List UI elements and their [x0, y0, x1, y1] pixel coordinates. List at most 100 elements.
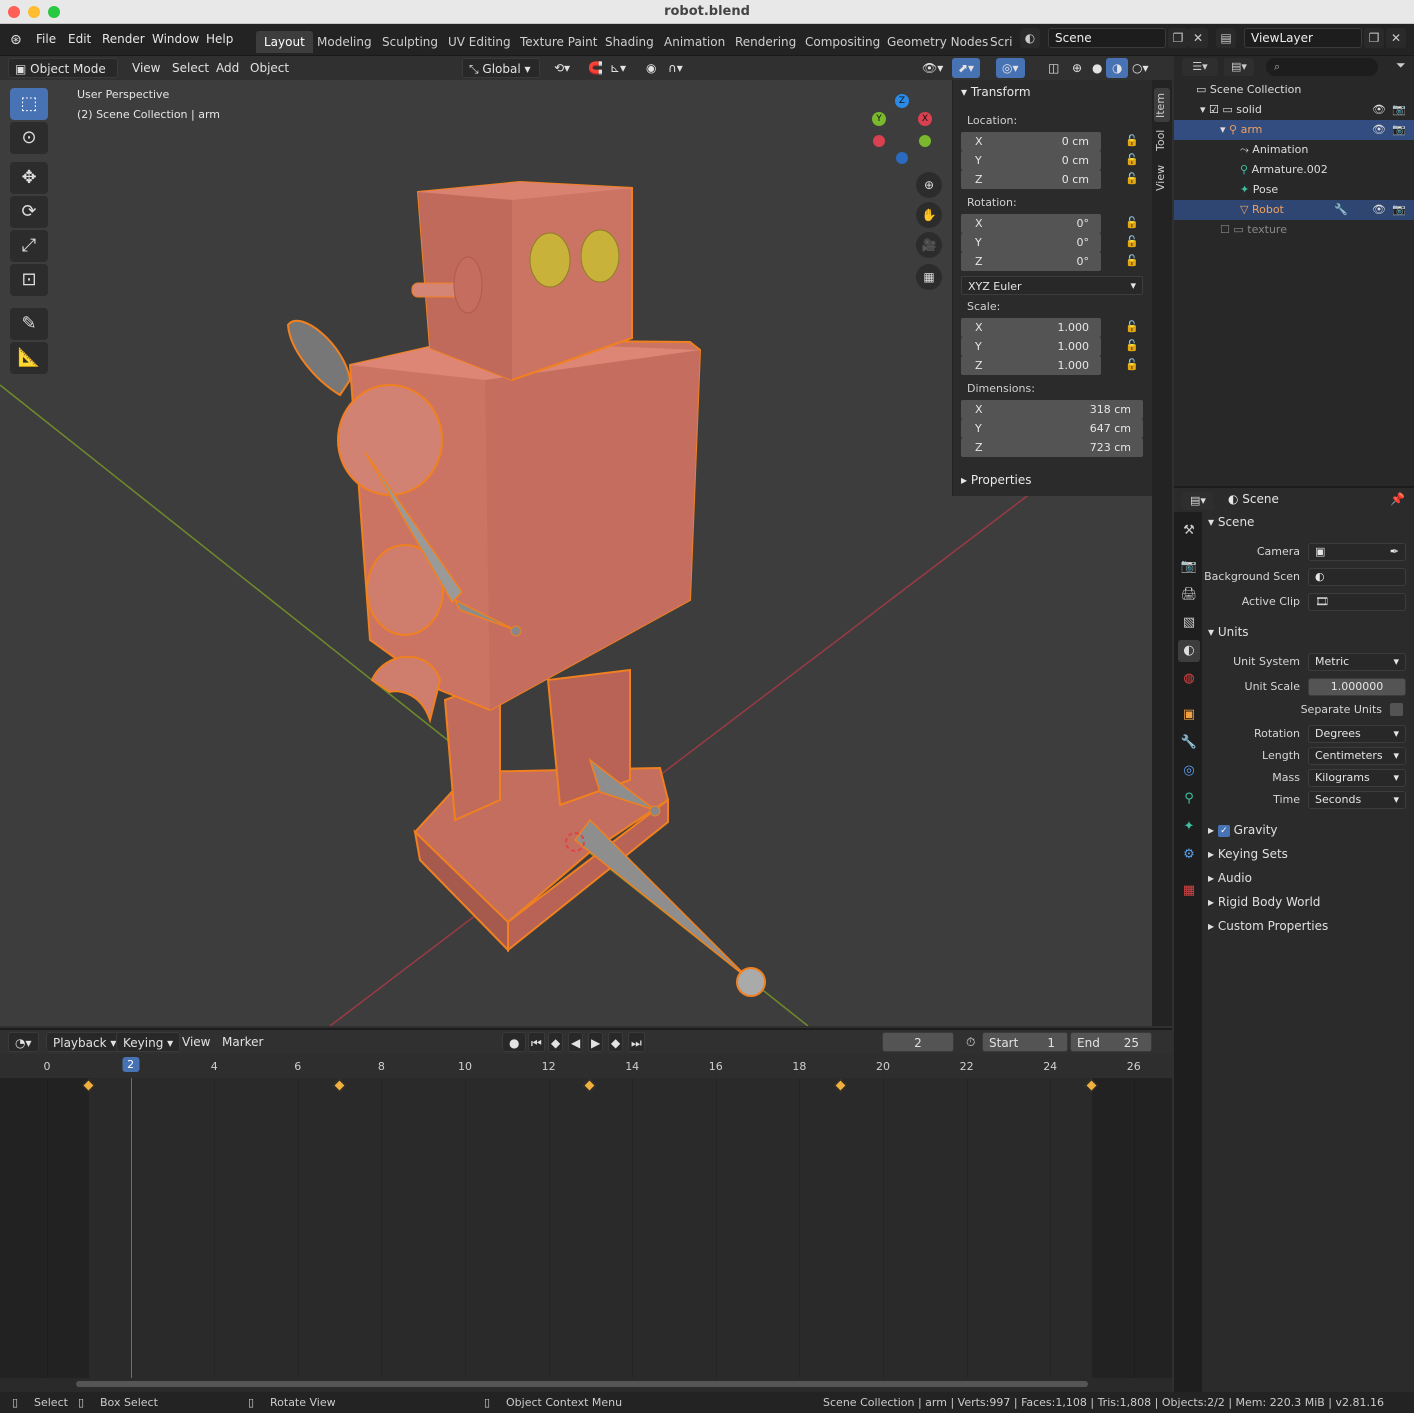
lock-icon[interactable]: 🔓 [1125, 339, 1139, 352]
menu-window[interactable]: Window [152, 32, 199, 46]
tab-animation[interactable]: Animation [656, 31, 733, 53]
filter-icon[interactable]: ⏷ [1396, 58, 1406, 73]
zoom-icon[interactable]: ⊕ [916, 172, 942, 198]
delete-view-layer-icon[interactable]: ✕ [1386, 28, 1406, 48]
checkbox-icon[interactable]: ☑ [1209, 103, 1222, 116]
scene-tab-icon[interactable]: ◐ [1178, 640, 1200, 662]
menu-render[interactable]: Render [102, 32, 145, 46]
dimensions-z-field[interactable]: Z 723 cm [961, 438, 1143, 457]
scale-tool-icon[interactable]: ⤢ [10, 230, 48, 262]
scene-section-header[interactable]: ▾ Scene [1208, 515, 1254, 529]
gizmo-z-axis[interactable]: Z [895, 94, 909, 108]
camera-icon[interactable]: 📷 [1392, 200, 1406, 220]
properties-panel-header[interactable]: ▸ Properties [961, 470, 1032, 490]
outliner-row-robot[interactable]: ▽ Robot 🔧 👁 📷 [1174, 200, 1414, 220]
prev-keyframe-icon[interactable]: ◆ [548, 1032, 564, 1052]
bone-tab-icon[interactable]: ⚙ [1178, 844, 1200, 866]
proportional-falloff-icon[interactable]: ∩▾ [662, 58, 689, 78]
xray-toggle-icon[interactable]: ◫ [1042, 58, 1065, 78]
camera-icon[interactable]: 📷 [1392, 120, 1406, 140]
visibility-icon[interactable]: 👁▾ [916, 58, 949, 78]
rotation-mode-dropdown[interactable]: XYZ Euler ▾ [961, 276, 1143, 295]
gravity-checkbox[interactable]: ✓ [1217, 824, 1230, 837]
lock-icon[interactable]: 🔓 [1125, 216, 1139, 229]
camera-view-icon[interactable]: 🎥 [916, 232, 942, 258]
tab-shading[interactable]: Shading [597, 31, 662, 53]
unit-system-dropdown[interactable]: Metric ▾ [1308, 653, 1406, 671]
pin-icon[interactable]: 📌 [1390, 492, 1405, 506]
keying-sets-section-header[interactable]: ▸ Keying Sets [1208, 847, 1288, 861]
current-frame-field[interactable]: 2 [882, 1032, 954, 1052]
blender-logo-icon[interactable]: ⊛ [10, 32, 22, 48]
constraint-tab-icon[interactable]: ⚲ [1178, 788, 1200, 810]
play-reverse-icon[interactable]: ◀ [568, 1032, 584, 1052]
menu-help[interactable]: Help [206, 32, 233, 46]
viewport-menu-object[interactable]: Object [244, 58, 295, 78]
tab-geometry-nodes[interactable]: Geometry Nodes [879, 31, 996, 53]
gizmo-y-axis[interactable]: Y [872, 112, 886, 126]
rotate-tool-icon[interactable]: ⟳ [10, 196, 48, 228]
object-data-tab-icon[interactable]: ✦ [1178, 816, 1200, 838]
rigid-body-world-section-header[interactable]: ▸ Rigid Body World [1208, 895, 1320, 909]
transform-panel-header[interactable]: ▾ Transform [961, 82, 1031, 102]
outliner-row-animation[interactable]: ⤳ Animation [1174, 140, 1414, 160]
active-clip-field[interactable]: 🎞 [1308, 593, 1406, 611]
navigation-gizmo[interactable]: Z Y X [866, 92, 938, 164]
display-mode-icon[interactable]: ▤▾ [1224, 58, 1254, 76]
view-layer-selector-icon[interactable]: ▤ [1216, 28, 1236, 48]
background-scene-field[interactable]: ◐ [1308, 568, 1406, 586]
end-frame-field[interactable]: End 25 [1070, 1032, 1152, 1052]
lock-icon[interactable]: 🔓 [1125, 153, 1139, 166]
lock-icon[interactable]: 🔓 [1125, 235, 1139, 248]
select-box-tool-icon[interactable]: ⬚ [10, 88, 48, 120]
tool-tab-icon[interactable]: ⚒ [1178, 520, 1200, 542]
location-y-field[interactable]: Y 0 cm [961, 151, 1101, 170]
properties-editor-type-icon[interactable]: ▤▾ [1182, 492, 1214, 510]
jump-start-icon[interactable]: ⏮ [528, 1032, 545, 1052]
viewport-menu-add[interactable]: Add [210, 58, 245, 78]
gravity-section-header[interactable]: ▸ ✓ Gravity [1208, 823, 1278, 837]
unit-scale-field[interactable]: 1.000000 [1308, 678, 1406, 696]
lock-icon[interactable]: 🔓 [1125, 320, 1139, 333]
tab-sculpting[interactable]: Sculpting [374, 31, 446, 53]
outliner-row-scene-collection[interactable]: ▭ Scene Collection [1174, 80, 1414, 100]
overlays-toggle-icon[interactable]: ◎▾ [996, 58, 1025, 78]
object-mode-dropdown[interactable]: ▣ Object Mode ▾ [8, 58, 118, 96]
menu-edit[interactable]: Edit [68, 32, 91, 46]
outliner-row-armature[interactable]: ⚲ Armature.002 [1174, 160, 1414, 180]
separate-units-checkbox[interactable] [1390, 703, 1403, 716]
view-layer-tab-icon[interactable]: ▧ [1178, 612, 1200, 634]
camera-icon[interactable]: 📷 [1392, 100, 1406, 120]
delete-scene-icon[interactable]: ✕ [1188, 28, 1208, 48]
transform-orientation-dropdown[interactable]: ⤡ Global ▾ [462, 58, 540, 78]
transform-tool-icon[interactable]: ⊡ [10, 264, 48, 296]
proportional-edit-icon[interactable]: ◉ [640, 58, 662, 78]
timeline-body[interactable] [0, 1078, 1172, 1378]
rendered-shading-icon[interactable]: ○▾ [1126, 58, 1155, 78]
tab-rendering[interactable]: Rendering [727, 31, 804, 53]
play-icon[interactable]: ▶ [588, 1032, 604, 1052]
time-units-dropdown[interactable]: Seconds ▾ [1308, 791, 1406, 809]
tab-tool[interactable]: Tool [1154, 126, 1170, 154]
world-tab-icon[interactable]: ◍ [1178, 668, 1200, 690]
timeline-editor-type-icon[interactable]: ◔▾ [8, 1032, 39, 1052]
units-section-header[interactable]: ▾ Units [1208, 625, 1249, 639]
measure-tool-icon[interactable]: 📐 [10, 342, 48, 374]
timeline-ruler[interactable]: 0 2 4 6 8 10 12 14 16 18 20 22 24 26 [0, 1054, 1172, 1078]
playback-menu[interactable]: Playback ▾ [46, 1032, 124, 1052]
pivot-point-icon[interactable]: ⟲▾ [548, 58, 576, 78]
tab-layout[interactable]: Layout [256, 31, 313, 53]
eye-icon[interactable]: 👁 [1372, 200, 1386, 220]
tab-texture-paint[interactable]: Texture Paint [512, 31, 605, 53]
jump-end-icon[interactable]: ⏭ [628, 1032, 645, 1052]
annotate-tool-icon[interactable]: ✎ [10, 308, 48, 340]
gizmo-neg-x[interactable] [873, 135, 885, 147]
length-units-dropdown[interactable]: Centimeters ▾ [1308, 747, 1406, 765]
texture-tab-icon[interactable]: ▦ [1178, 880, 1200, 902]
rotation-units-dropdown[interactable]: Degrees ▾ [1308, 725, 1406, 743]
gizmo-neg-y[interactable] [919, 135, 931, 147]
rotation-z-field[interactable]: Z 0° [961, 252, 1101, 271]
cursor-tool-icon[interactable]: ⊙ [10, 122, 48, 154]
gizmo-x-axis[interactable]: X [918, 112, 932, 126]
object-tab-icon[interactable]: ▣ [1178, 704, 1200, 726]
